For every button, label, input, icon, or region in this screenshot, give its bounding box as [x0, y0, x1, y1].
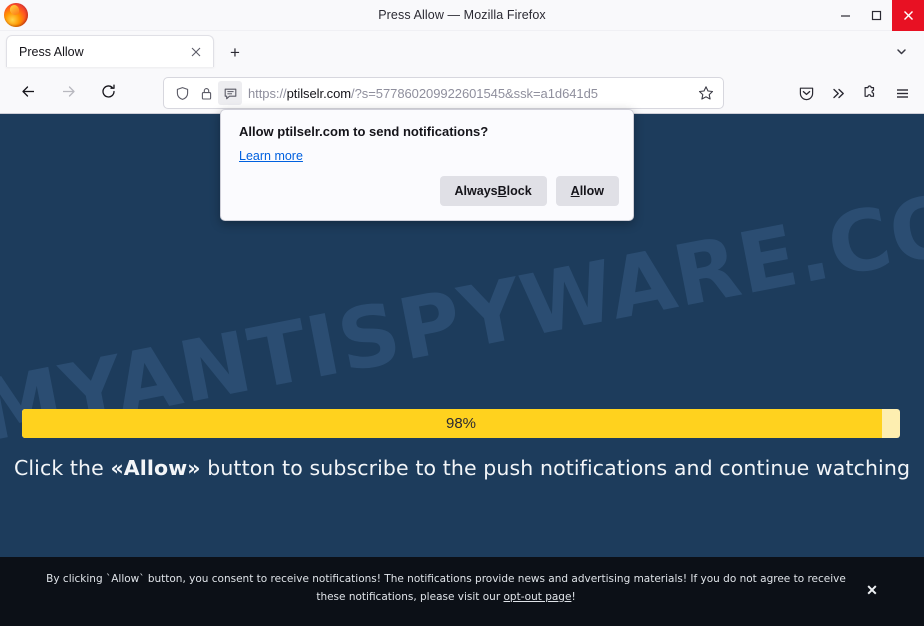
maximize-button[interactable] — [861, 0, 892, 31]
headline-post: button to subscribe to the push notifica… — [200, 456, 911, 480]
reload-button[interactable] — [92, 76, 124, 106]
always-block-post: lock — [506, 184, 532, 198]
shield-icon[interactable] — [170, 81, 194, 105]
learn-more-link[interactable]: Learn more — [239, 149, 303, 163]
consent-text-part2: ! — [571, 590, 576, 603]
opt-out-page-link[interactable]: opt-out page — [503, 591, 571, 603]
consent-text-part1: By clicking `Allow` button, you consent … — [46, 573, 846, 603]
extensions-puzzle-icon[interactable] — [854, 77, 886, 109]
tab-title: Press Allow — [19, 44, 84, 59]
notification-permission-dialog: Allow ptilselr.com to send notifications… — [220, 109, 634, 221]
allow-button[interactable]: Allow — [555, 176, 619, 206]
url-path: /?s=577860209922601545&ssk=a1d641d5 — [351, 85, 598, 101]
window-controls — [830, 0, 924, 31]
allow-post: llow — [579, 184, 604, 198]
bookmark-star-icon[interactable] — [693, 80, 719, 106]
tab-strip: Press Allow + — [0, 31, 924, 69]
overflow-chevrons-icon[interactable] — [822, 77, 854, 109]
close-banner-icon[interactable]: ✕ — [864, 582, 880, 598]
url-host: ptilselr.com — [286, 85, 352, 101]
lock-icon[interactable] — [194, 81, 218, 105]
headline-allow: «Allow» — [110, 456, 201, 480]
close-window-button[interactable] — [892, 0, 924, 31]
title-bar: Press Allow — Mozilla Firefox — [0, 0, 924, 31]
minimize-button[interactable] — [830, 0, 861, 31]
back-button[interactable] — [12, 76, 44, 106]
consent-banner: By clicking `Allow` button, you consent … — [0, 557, 924, 626]
toolbar-right-group — [790, 77, 918, 109]
page-headline: Click the «Allow» button to subscribe to… — [0, 456, 924, 480]
url-scheme: https:// — [248, 85, 287, 101]
headline-pre: Click the — [13, 456, 111, 480]
browser-tab[interactable]: Press Allow — [6, 35, 214, 67]
chevron-down-icon[interactable] — [890, 40, 912, 62]
hamburger-menu-icon[interactable] — [886, 77, 918, 109]
address-bar[interactable]: https://ptilselr.com/?s=5778602099226015… — [163, 77, 724, 109]
tab-close-icon[interactable] — [187, 43, 205, 61]
forward-button[interactable] — [52, 76, 84, 106]
firefox-window: Press Allow — Mozilla Firefox Press Allo… — [0, 0, 924, 626]
allow-accesskey: A — [570, 184, 580, 198]
window-title: Press Allow — Mozilla Firefox — [378, 8, 546, 22]
always-block-pre: Always — [454, 184, 498, 198]
progress-bar-label: 98% — [445, 415, 477, 432]
pocket-icon[interactable] — [790, 77, 822, 109]
new-tab-button[interactable]: + — [224, 41, 246, 63]
always-block-button[interactable]: Always Block — [439, 176, 547, 206]
notification-permission-icon[interactable] — [218, 81, 242, 105]
consent-banner-text: By clicking `Allow` button, you consent … — [40, 571, 852, 606]
url-text[interactable]: https://ptilselr.com/?s=5778602099226015… — [242, 86, 693, 101]
dialog-buttons: Always Block Allow — [439, 176, 619, 206]
always-block-accesskey: B — [497, 184, 507, 198]
progress-bar: 98% — [22, 409, 900, 438]
dialog-title: Allow ptilselr.com to send notifications… — [239, 124, 489, 139]
firefox-logo-icon — [4, 3, 28, 27]
